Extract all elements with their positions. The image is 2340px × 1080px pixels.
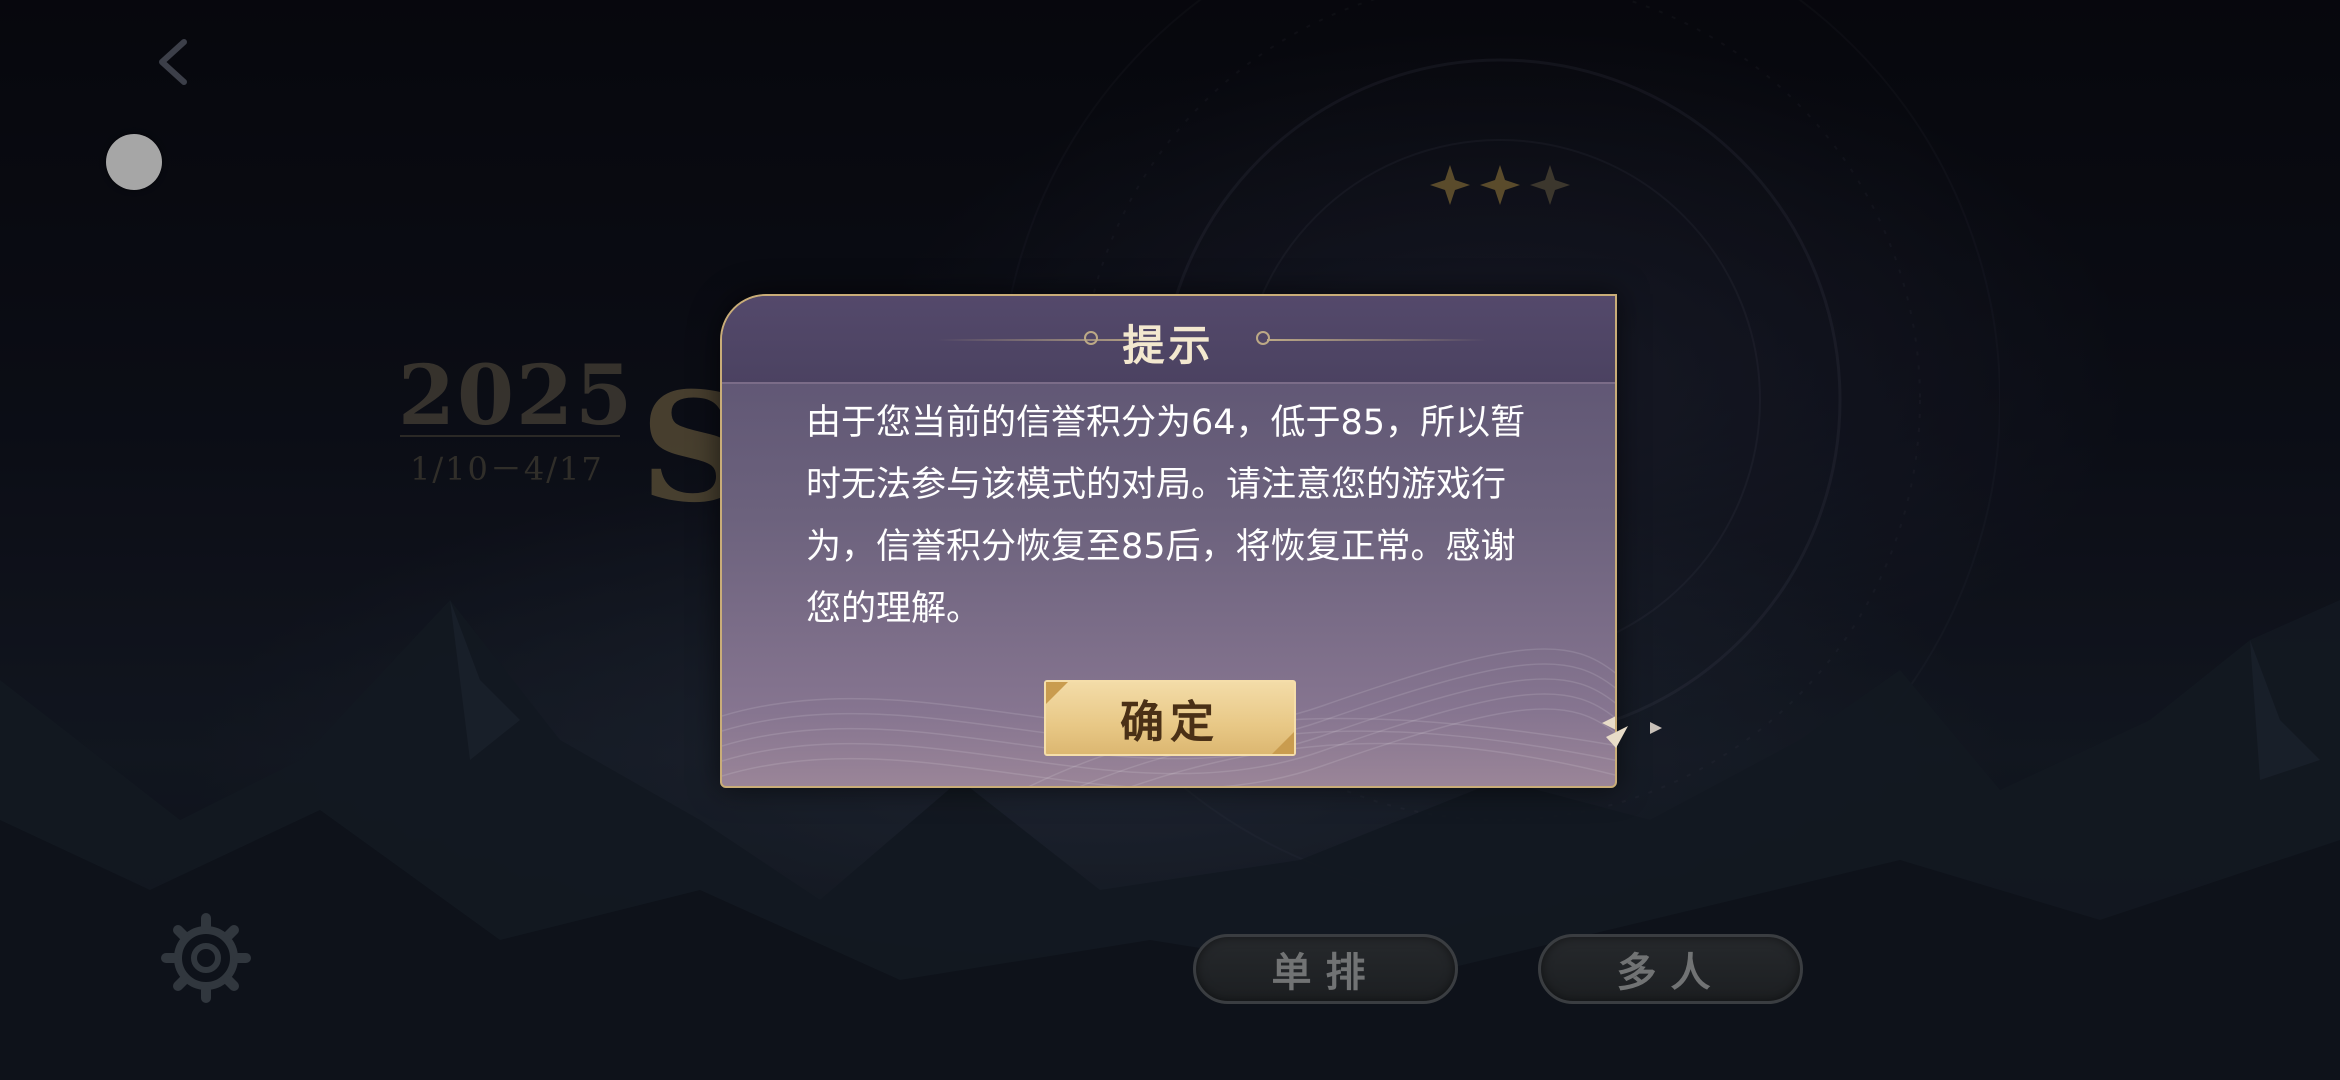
header-ornament-dot-right [1256, 331, 1270, 345]
button-corner-accent [1272, 732, 1294, 754]
dialog-header: 提示 [722, 296, 1615, 384]
notice-dialog: 提示 由于您当前的信誉积分为64，低于85，所以暂时无法参与该模式的对局。请注意… [720, 294, 1617, 788]
confirm-button-label: 确定 [1120, 697, 1220, 748]
sparkle-icon [1650, 722, 1662, 734]
game-lobby-screen: 2025 1/10－4/17 S 单排 多人 提示 由于您当前的信誉积分为64，… [0, 0, 2340, 1080]
header-ornament-right [1267, 339, 1487, 341]
confirm-button[interactable]: 确定 [1044, 680, 1296, 756]
dialog-message: 由于您当前的信誉积分为64，低于85，所以暂时无法参与该模式的对局。请注意您的游… [806, 403, 1526, 629]
dialog-title: 提示 [1122, 321, 1215, 370]
sparkle-icon [1606, 726, 1628, 748]
button-corner-accent [1046, 682, 1068, 704]
